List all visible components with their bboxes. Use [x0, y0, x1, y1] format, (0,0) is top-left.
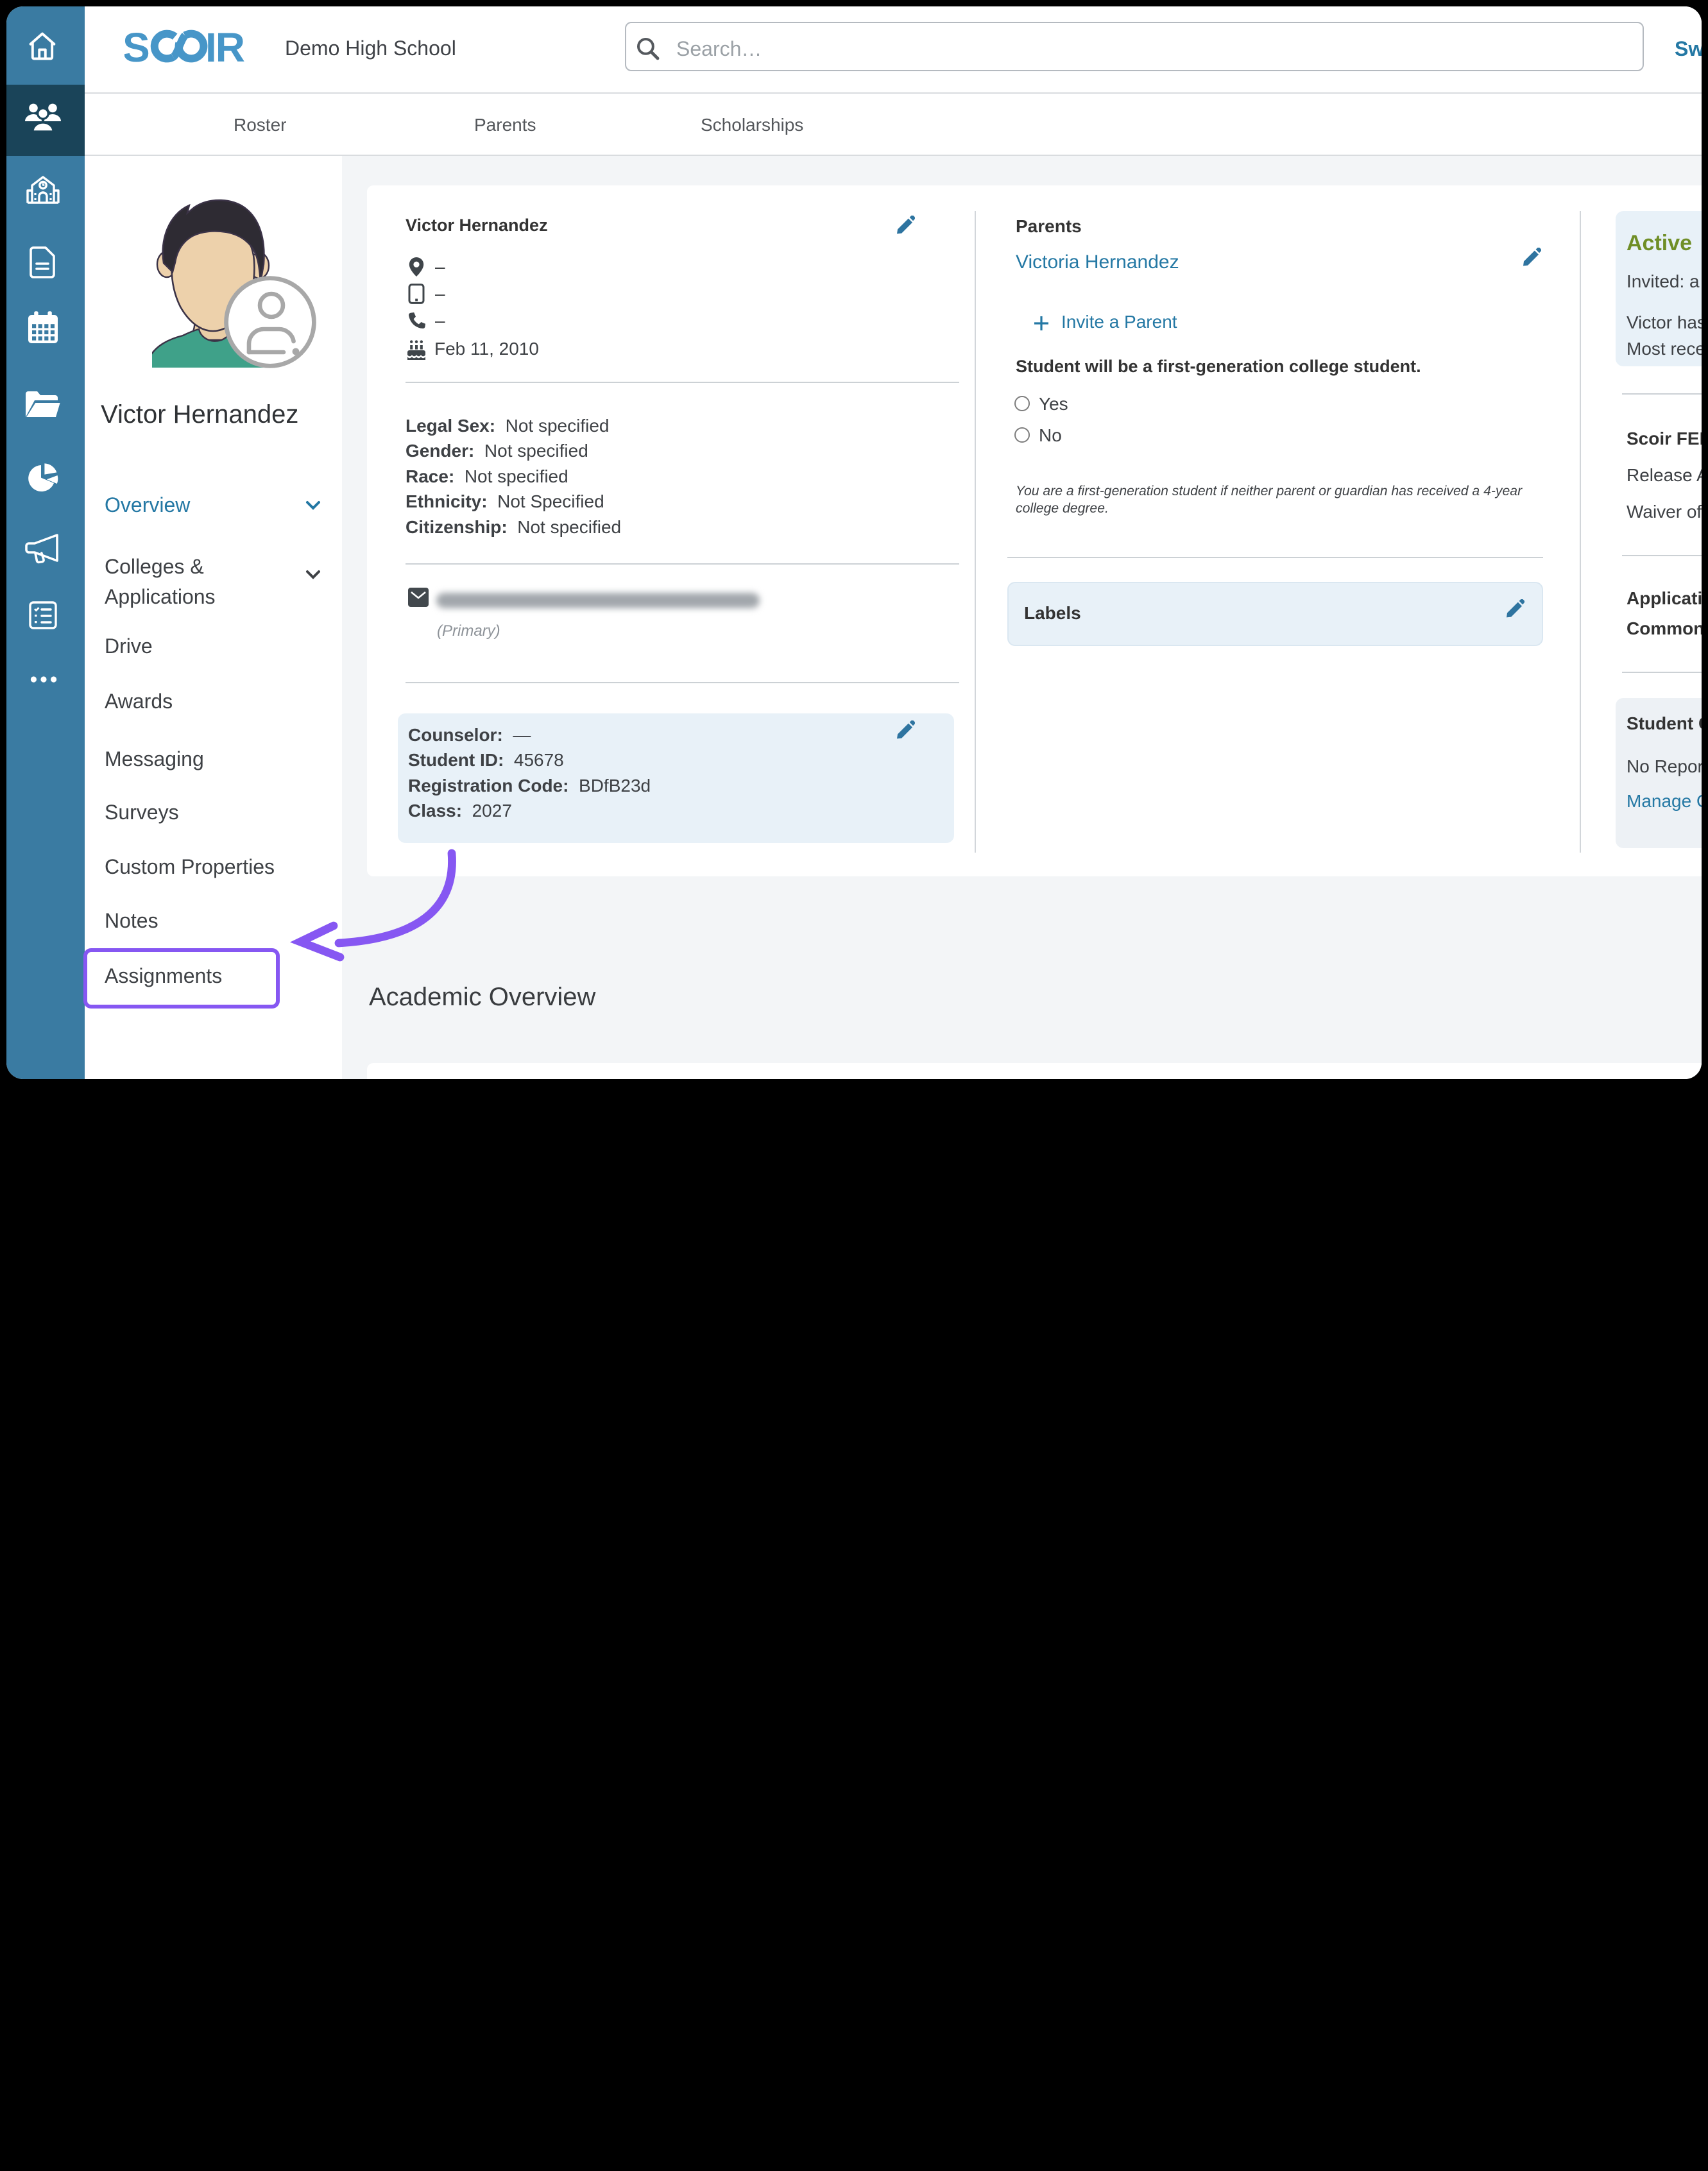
svg-text:S: S	[124, 30, 149, 63]
svg-text:IR: IR	[205, 30, 244, 63]
